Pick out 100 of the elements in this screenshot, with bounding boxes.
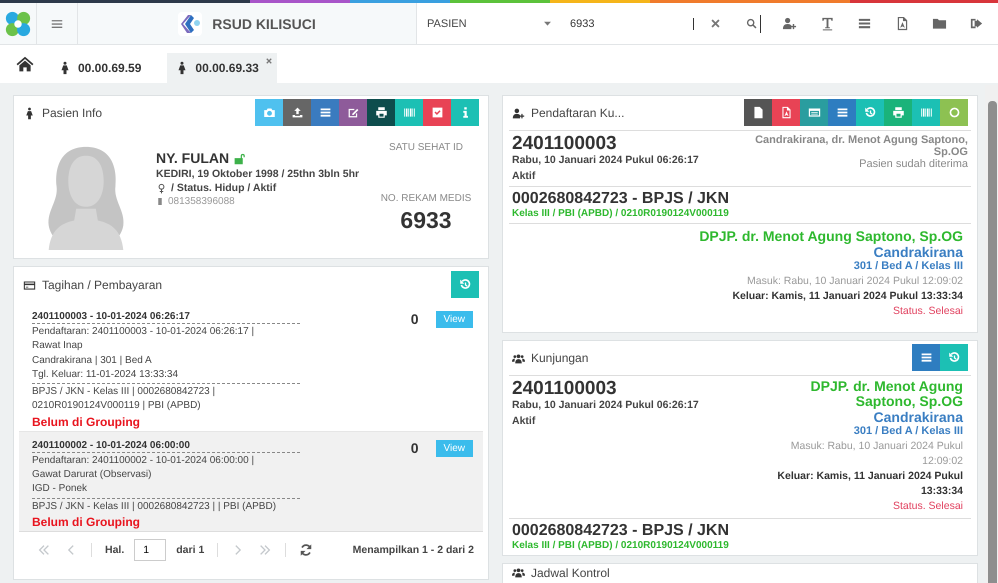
edit-button[interactable] [339,99,367,126]
registration-date: Rabu, 10 Januari 2024 Pukul 06:26:17 [512,399,699,411]
history-button[interactable] [451,271,479,298]
medical-record-number: 6933 [400,207,452,234]
folder-icon [932,16,948,31]
list-icon [920,351,932,364]
birth-info: KEDIRI, 19 Oktober 1998 / 25thn 3bln 5hr [156,168,360,180]
panel-title: Jadwal Kontrol [531,566,610,580]
search-type-select[interactable]: PASIEN [417,3,567,44]
admission-time: Masuk: Rabu, 10 Januari 2024 Pukul 12:09:02 [790,439,963,469]
billing-header: 2401100002 - 10-01-2024 06:00:00 [32,440,300,453]
search-icon [746,16,758,31]
medical-record-label: NO. REKAM MEDIS [380,193,472,204]
edit-icon [346,106,360,119]
window-icon [808,106,820,119]
patient-tab[interactable]: 00.00.69.59 [50,53,160,83]
circle-button[interactable] [940,99,968,126]
list-button[interactable] [828,99,856,126]
circle-icon [948,106,960,119]
registration-number: 2401100003 [512,134,618,154]
satu-sehat-label: SATU SEHAT ID [389,142,463,153]
billing-detail: BPJS / JKN - Kelas III | 0002680842723 | | PBI (APBD) [32,500,278,514]
billing-detail: BPJS / JKN - Kelas III | 0002680842723 | [32,385,216,400]
visit-status: Status. Selesai [892,499,963,514]
close-icon[interactable] [264,57,273,65]
panel-title: Pasien Info [42,106,102,120]
doctor-name: DPJP. dr. Menot Agung Saptono, Sp.OG [810,379,963,409]
window-button[interactable] [800,99,828,126]
history-icon [864,106,876,119]
billing-detail: Tgl. Keluar: 11-01-2024 13:33:34 [32,368,180,382]
insurance-detail: Kelas III / PBI (APBD) / 0210R0190124V000119 [512,540,730,551]
logout-icon [969,16,984,31]
history-icon [948,351,960,364]
page-label: Hal. [105,544,124,556]
printer-icon [892,106,904,119]
list-button[interactable] [912,344,940,371]
file-icon [752,106,764,119]
admission-time: Masuk: Rabu, 10 Januari 2024 Pukul 12:09:02 [747,274,963,289]
user-plus-icon [782,16,798,31]
billing-detail: Rawat Inap [32,339,84,354]
registration-date: Rabu, 10 Januari 2024 Pukul 06:26:17 [512,154,699,166]
page-field[interactable]: 1 [134,538,166,561]
phone-number: 081358396088 [168,196,235,207]
history-button[interactable] [856,99,884,126]
printer-icon [374,106,388,119]
insurance-number: 0002680842723 - BPJS / JKN [512,522,730,540]
billing-item[interactable]: 2401100002 - 10-01-2024 06:00:00 Pendaftaran: 2401100002 - 10-01-2024 06:00:00 | Gawat Darurat (Observasi) IGD - Ponek BPJS / JKN - Kelas III | 0002680842723 | | PBI (APBD) Belum di Grouping 0 View [19,430,483,531]
checkbox-icon [430,106,444,119]
visit-status: Status. Selesai [892,304,963,319]
double-right-icon [258,542,272,557]
panel-title: Kunjungan [531,351,588,365]
user-plus-icon [512,106,525,120]
billing-detail: Gawat Darurat (Observasi) [32,468,152,482]
grouping-status: Belum di Grouping [32,514,141,529]
home-icon [16,55,34,73]
tab-label: 00.00.69.33 [195,61,259,75]
app-logo [4,10,32,38]
file-button[interactable] [744,99,772,126]
billing-detail: Pendaftaran: 2401100002 - 10-01-2024 06:00:00 | [32,454,256,468]
patient-tab[interactable]: 00.00.69.33 [167,53,277,83]
billing-header: 2401100003 - 10-01-2024 06:26:17 [32,311,300,324]
refresh-icon [299,542,314,557]
upload-icon [290,106,304,119]
panel-title: Tagihan / Pembayaran [42,278,162,292]
panel-title: Pendaftaran Ku... [531,106,624,120]
billing-detail: 0210R0190124V000119 | PBI (APBD) [32,399,202,414]
text-icon [820,16,835,31]
phone-icon [156,196,164,207]
unit-doctor: Candrakirana, dr. Menot Agung Saptono, Sp.OG [754,134,968,158]
discharge-time: Keluar: Kamis, 11 Januari 2024 Pukul 13:33:34 [776,469,963,499]
hospital-name: RSUD KILISUCI [212,16,316,32]
billing-detail: Pendaftaran: 2401100003 - 10-01-2024 06:26:17 | [32,325,256,339]
list-icon [836,106,848,119]
doctor-name: DPJP. dr. Menot Agung Saptono, Sp.OG [699,229,963,244]
history-button[interactable] [940,344,968,371]
registration-state: Aktif [512,170,536,182]
camera-icon [262,106,276,119]
info-button[interactable] [451,99,479,126]
discharge-time: Keluar: Kamis, 11 Januari 2024 Pukul 13:33:34 [732,289,963,304]
pdf-file-icon [780,106,792,119]
printer-button[interactable] [367,99,395,126]
billing-amount: 0 [410,311,418,327]
barcode-icon [402,106,416,119]
upload-button[interactable] [283,99,311,126]
double-left-icon [37,542,51,557]
hospital-logo [178,12,202,36]
users-icon [512,352,525,364]
reception-status: Pasien sudah diterima [859,158,968,170]
list-icon [318,106,332,119]
refresh-button[interactable] [299,542,314,557]
insurance-number: 0002680842723 - BPJS / JKN [512,190,730,208]
users-icon [512,566,525,579]
list-icon [857,16,872,31]
billing-detail: Candrakirana | 301 | Bed A [32,354,153,368]
pdf-file-button[interactable] [772,99,800,126]
checkbox-button[interactable] [423,99,451,126]
history-icon [458,278,472,291]
billing-detail: IGD - Ponek [32,482,88,496]
list-button[interactable] [311,99,339,126]
barcode-button[interactable] [912,99,940,126]
